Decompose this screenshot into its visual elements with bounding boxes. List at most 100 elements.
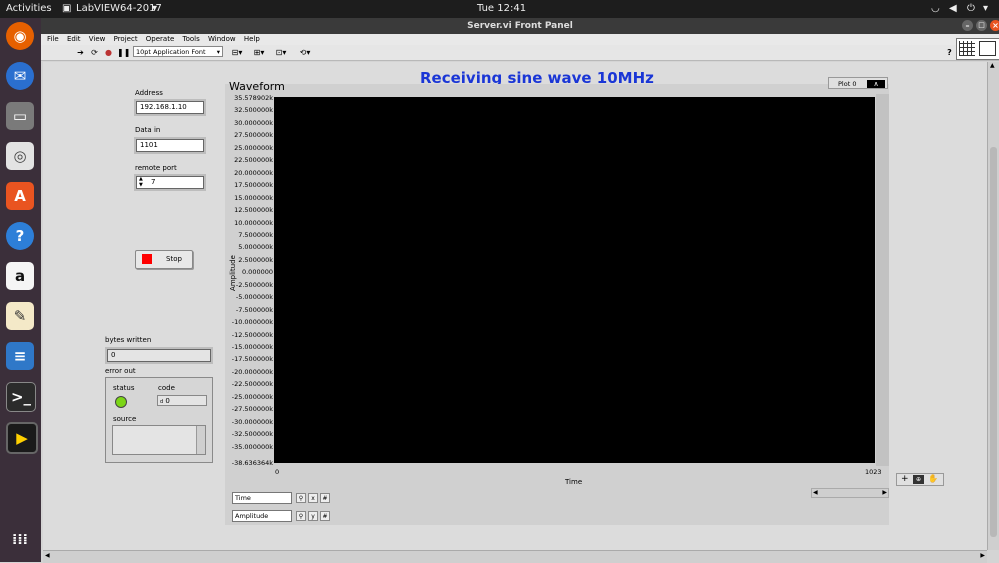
help-question-icon[interactable]: ? <box>944 47 955 58</box>
remote-port-value: 7 <box>151 178 156 186</box>
y-format-icon[interactable]: # <box>320 511 330 521</box>
font-select[interactable]: 10pt Application Font ▾ <box>133 46 223 57</box>
plot-area[interactable] <box>274 97 875 463</box>
labview-icon[interactable]: ▶ <box>6 422 38 454</box>
run-continuously-icon[interactable]: ⟳ <box>89 47 100 58</box>
address-label: Address <box>135 89 163 97</box>
y-tick-label: -30.000000k <box>231 417 273 426</box>
zoom-icon[interactable]: ⊕ <box>913 475 924 484</box>
wifi-icon[interactable]: ◡ <box>931 3 940 14</box>
scroll-left-icon[interactable]: ◀ <box>45 552 50 559</box>
y-tick-label: 25.000000k <box>234 143 273 152</box>
crosshair-icon[interactable]: + <box>901 474 909 484</box>
menu-edit[interactable]: Edit <box>67 35 81 43</box>
menu-view[interactable]: View <box>89 35 106 43</box>
connector-pane-icon[interactable] <box>956 38 999 60</box>
amazon-icon[interactable]: a <box>6 262 34 290</box>
terminal-icon[interactable]: >_ <box>6 382 36 412</box>
bytes-written-label: bytes written <box>105 336 152 344</box>
activities-button[interactable]: Activities <box>6 3 52 14</box>
x-axis-max: 1023 <box>865 468 882 476</box>
scroll-up-icon[interactable]: ▲ <box>990 62 995 69</box>
software-center-icon[interactable]: A <box>6 182 34 210</box>
y-tick-label: -27.500000k <box>231 405 273 414</box>
y-tick-label: -15.000000k <box>231 343 273 351</box>
menu-project[interactable]: Project <box>114 35 138 43</box>
menu-window[interactable]: Window <box>208 35 236 43</box>
scroll-right-icon[interactable]: ▶ <box>882 489 887 496</box>
scroll-left-icon[interactable]: ◀ <box>813 489 818 496</box>
x-format-icon[interactable]: # <box>320 493 330 503</box>
v-scroll-thumb[interactable] <box>990 147 997 537</box>
run-arrow-icon[interactable]: ➔ <box>75 47 86 58</box>
connector-grid <box>959 41 975 56</box>
distribute-objects-icon[interactable]: ⊞▾ <box>251 47 267 58</box>
graph-right-frame <box>876 94 889 466</box>
panel-v-scrollbar[interactable]: ▲ <box>987 62 999 550</box>
data-in-field[interactable]: 1101 <box>136 139 204 152</box>
y-autoscale-icon[interactable]: y <box>308 511 318 521</box>
clock[interactable]: Tue 12:41 <box>477 3 526 14</box>
graph-palette: + ⊕ ✋ <box>896 473 944 486</box>
files-icon[interactable]: ▭ <box>6 102 34 130</box>
align-objects-icon[interactable]: ⊟▾ <box>229 47 245 58</box>
error-out-label: error out <box>105 367 136 375</box>
y-tick-label: 0.000000 <box>241 268 273 277</box>
thunderbird-icon[interactable]: ✉ <box>6 62 34 90</box>
y-scale-name[interactable]: Amplitude <box>232 510 292 522</box>
show-apps-icon[interactable]: ⁞⁞⁞ <box>6 526 34 554</box>
remote-port-stepper[interactable]: ▲ ▼ 7 <box>136 176 204 189</box>
y-tick-label: 35.578902k <box>234 94 273 102</box>
window-title: Server.vi Front Panel <box>467 21 573 31</box>
y-tick-label: 32.500000k <box>234 106 273 115</box>
stop-button[interactable]: Stop <box>135 250 193 269</box>
pan-hand-icon[interactable]: ✋ <box>928 474 938 483</box>
code-value: 0 <box>165 397 170 405</box>
maximize-icon[interactable]: □ <box>976 20 987 31</box>
volume-icon[interactable]: ◀ <box>949 3 957 14</box>
app-menu[interactable]: LabVIEW64-2017 <box>76 3 162 14</box>
system-top-bar: Activities ▣ LabVIEW64-2017 ▾ Tue 12:41 … <box>0 0 999 18</box>
address-field[interactable]: 192.168.1.10 <box>136 101 204 114</box>
y-tick-label: 17.500000k <box>234 181 273 190</box>
x-autoscale-icon[interactable]: x <box>308 493 318 503</box>
font-select-value: 10pt Application Font <box>136 48 206 56</box>
power-icon[interactable]: ⏻ <box>967 3 975 14</box>
y-tick-label: -22.500000k <box>231 380 273 389</box>
chevron-down-icon: ▾ <box>152 3 158 14</box>
close-icon[interactable]: × <box>990 20 999 31</box>
reorder-icon[interactable]: ⟲▾ <box>297 47 313 58</box>
pause-icon[interactable]: ❚❚ <box>117 47 130 58</box>
rhythmbox-icon[interactable]: ◎ <box>6 142 34 170</box>
y-tick-label: 22.500000k <box>234 156 273 165</box>
resize-objects-icon[interactable]: ⊡▾ <box>273 47 289 58</box>
panel-h-scrollbar[interactable]: ◀ ▶ <box>43 550 987 563</box>
minimize-icon[interactable]: – <box>962 20 973 31</box>
abort-icon[interactable]: ● <box>103 47 114 58</box>
toolbar: ➔ ⟳ ● ❚❚ 10pt Application Font ▾ ⊟▾ ⊞▾ ⊡… <box>41 38 999 61</box>
y-lock-icon[interactable]: ⚲ <box>296 511 306 521</box>
menu-help[interactable]: Help <box>244 35 260 43</box>
help-icon[interactable]: ? <box>6 222 34 250</box>
menu-bar: File Edit View Project Operate Tools Win… <box>41 34 999 45</box>
graph-h-scrollbar[interactable]: ◀ ▶ <box>811 488 889 498</box>
text-editor-icon[interactable]: ✎ <box>6 302 34 330</box>
y-tick-label: -5.000000k <box>235 293 273 302</box>
x-lock-icon[interactable]: ⚲ <box>296 493 306 503</box>
menu-tools[interactable]: Tools <box>183 35 200 43</box>
menu-file[interactable]: File <box>47 35 59 43</box>
stepper-arrows-icon[interactable]: ▲ ▼ <box>139 176 143 188</box>
y-tick-label: -7.500000k <box>235 305 273 314</box>
plot-legend[interactable]: Plot 0 ∧ <box>828 77 888 89</box>
y-tick-label: -10.000000k <box>231 318 273 327</box>
source-indicator <box>112 425 206 455</box>
x-axis-label: Time <box>565 478 583 486</box>
y-tick-label: 30.000000k <box>234 118 273 127</box>
plot-legend-label: Plot 0 <box>838 80 857 88</box>
writer-icon[interactable]: ≡ <box>6 342 34 370</box>
menu-operate[interactable]: Operate <box>146 35 174 43</box>
x-scale-name[interactable]: Time <box>232 492 292 504</box>
source-scrollbar[interactable] <box>196 426 205 454</box>
firefox-icon[interactable]: ◉ <box>6 22 34 50</box>
scroll-right-icon[interactable]: ▶ <box>980 552 985 559</box>
